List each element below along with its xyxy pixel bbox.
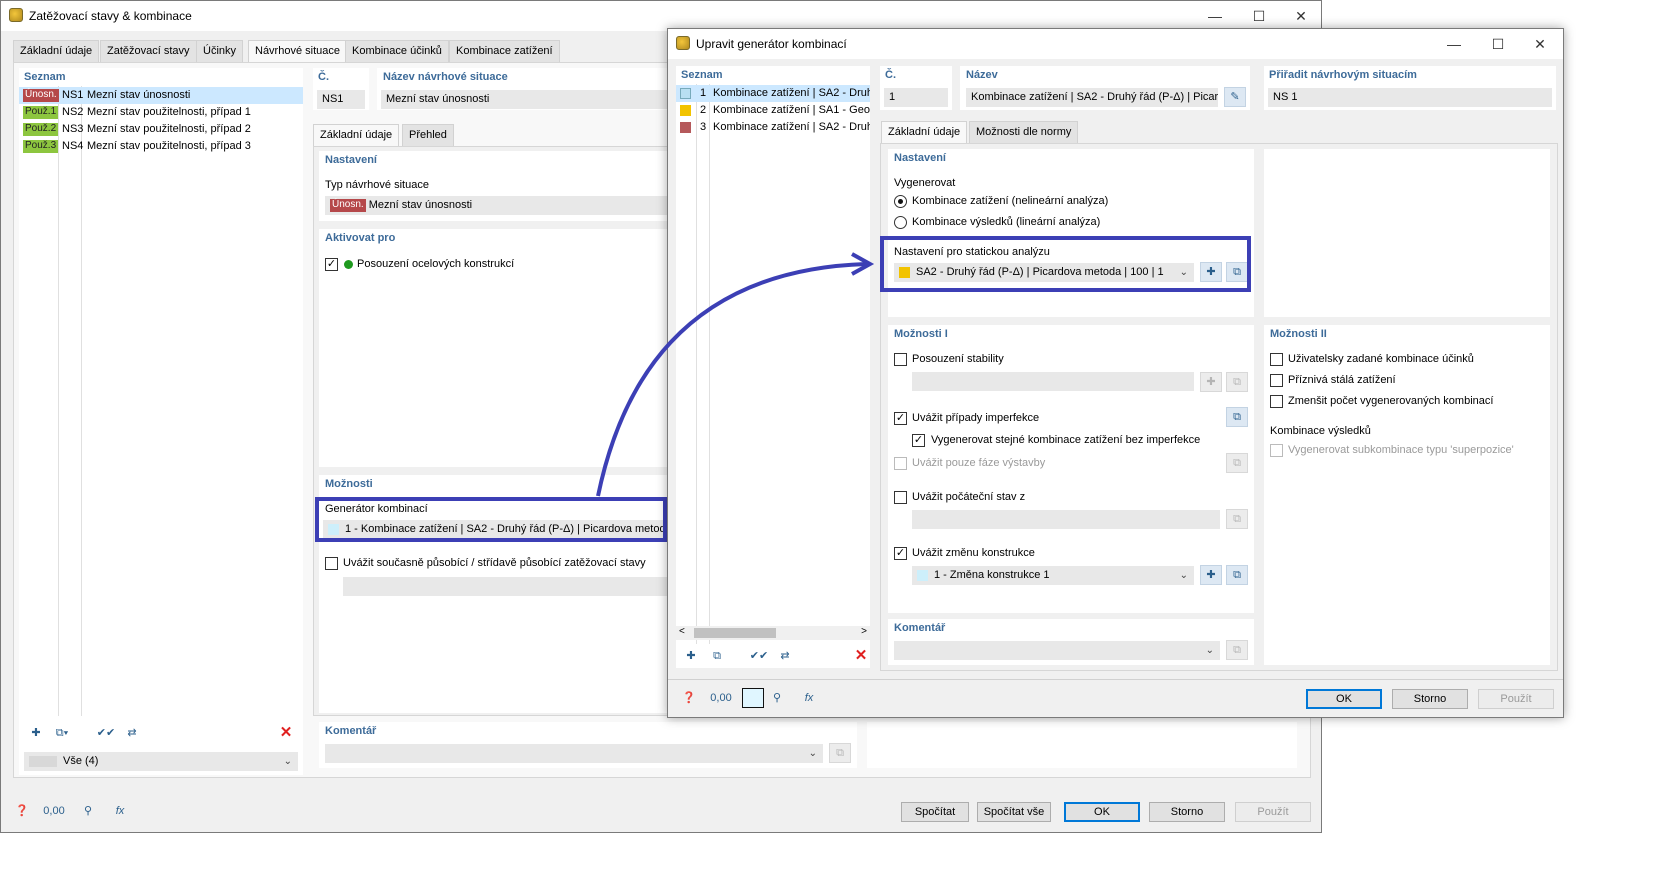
- annotation-arrow: [596, 252, 875, 497]
